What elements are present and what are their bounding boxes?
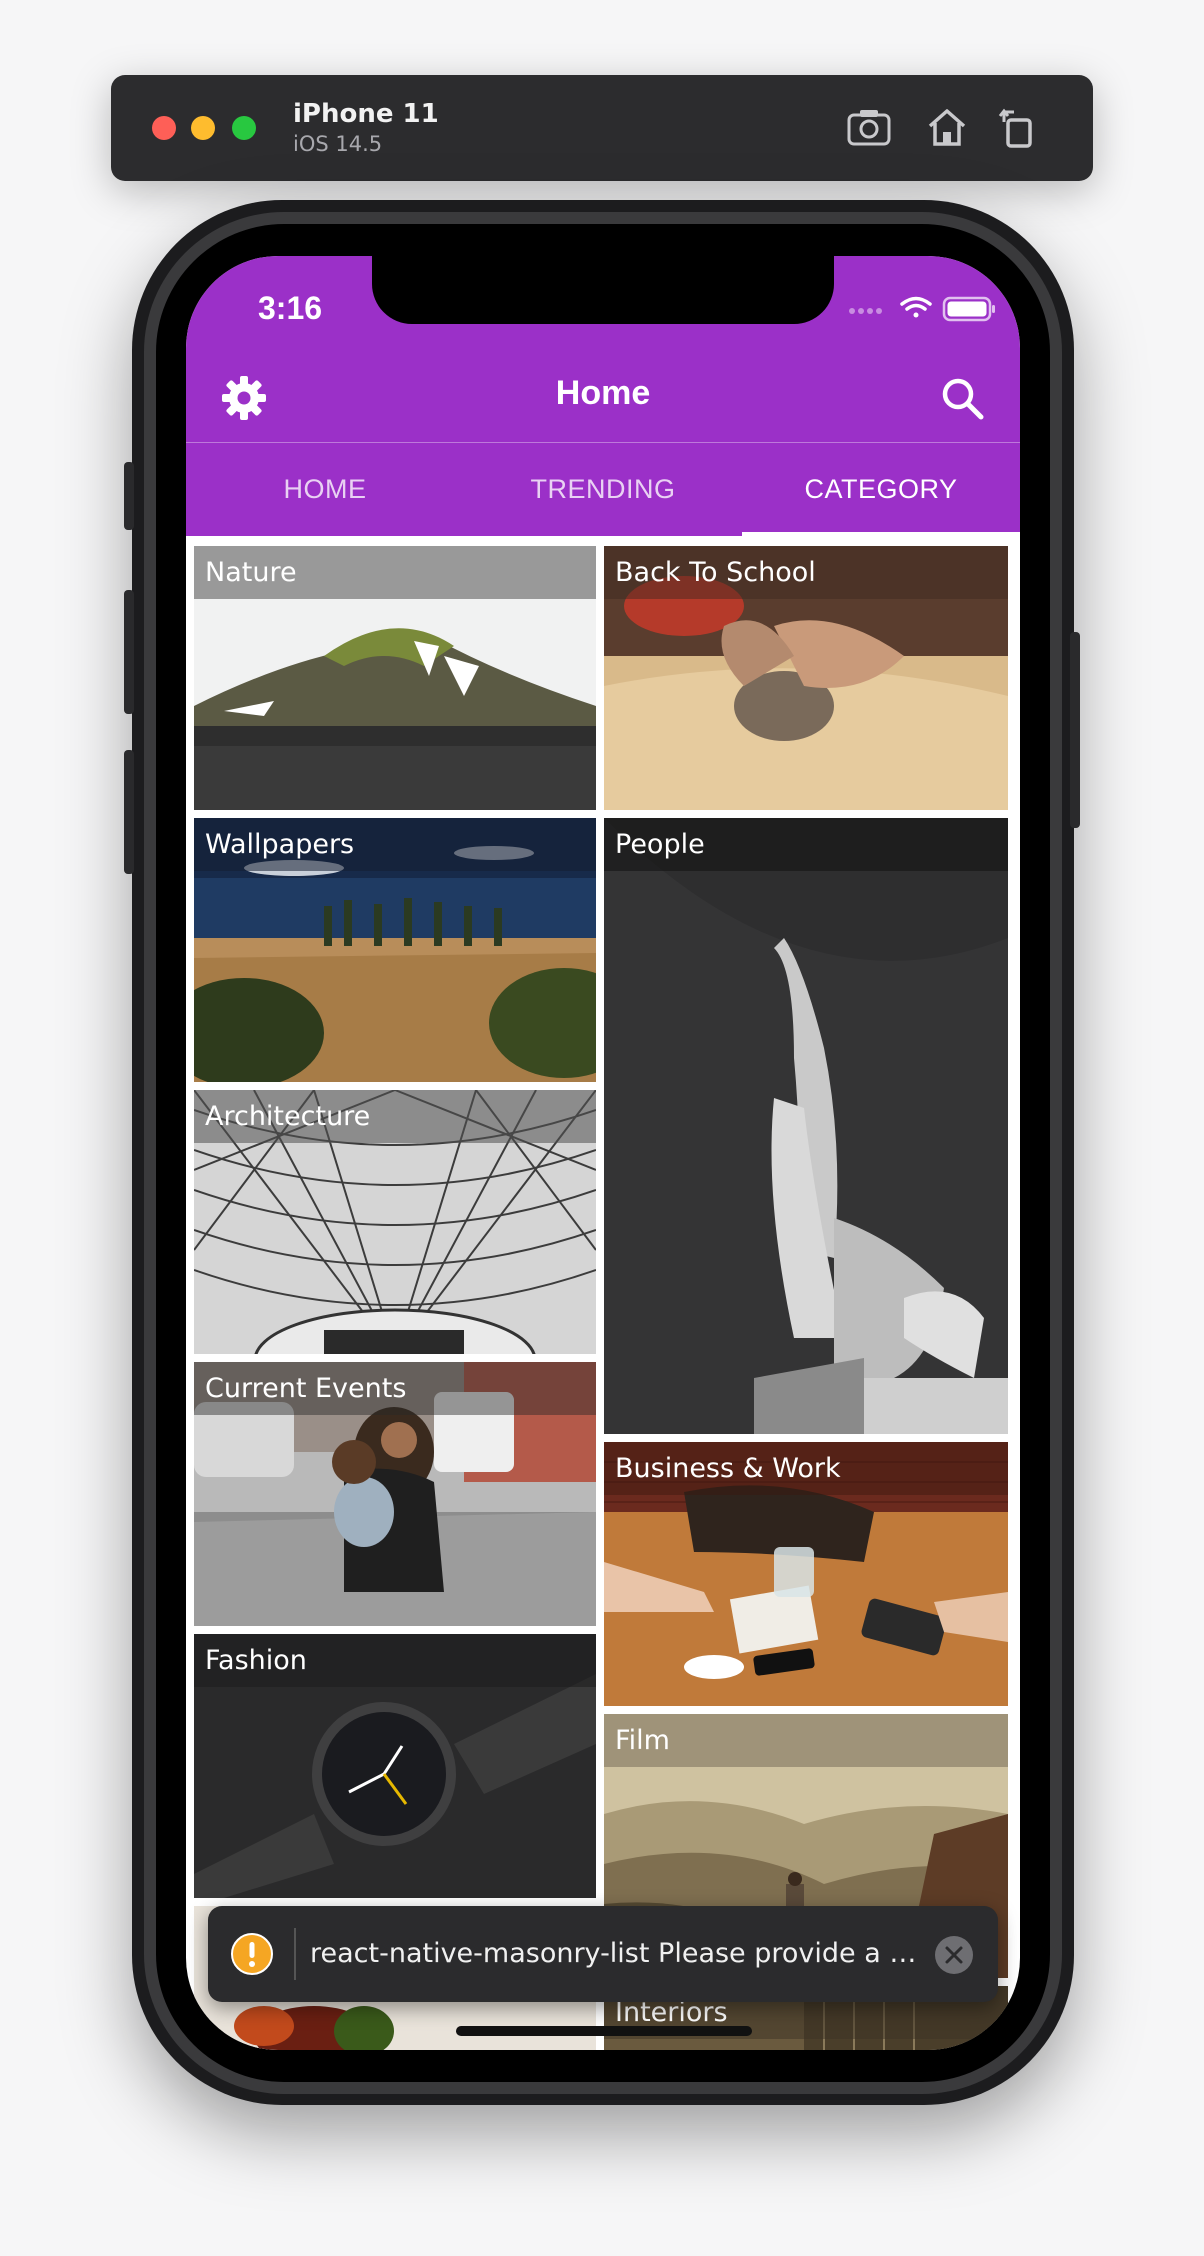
category-label: Architecture <box>205 1101 371 1132</box>
people-image <box>604 818 1008 1434</box>
category-tile-wallpapers[interactable]: Wallpapers <box>194 818 596 1082</box>
phone-screen: 3:16 Home HOME TRENDING CATEGORY Nature … <box>186 256 1020 2050</box>
simulator-os-version: iOS 14.5 <box>293 132 383 156</box>
category-label: Nature <box>205 557 297 588</box>
battery-icon <box>942 296 995 322</box>
close-icon[interactable] <box>934 1935 974 1975</box>
search-icon[interactable] <box>938 374 986 422</box>
notch <box>372 256 834 324</box>
wifi-icon <box>900 296 932 318</box>
status-icons <box>849 296 995 322</box>
home-indicator[interactable] <box>456 2026 752 2036</box>
power-button <box>1070 632 1080 828</box>
tab-trending[interactable]: TRENDING <box>464 443 742 536</box>
category-label: Back To School <box>615 557 816 588</box>
mute-switch <box>124 462 134 530</box>
category-label: Business & Work <box>615 1453 841 1484</box>
toast-message: react-native-masonry-list Please provide… <box>310 1938 920 1969</box>
category-tile-people[interactable]: People <box>604 818 1008 1434</box>
category-tile-business-work[interactable]: Business & Work <box>604 1442 1008 1706</box>
category-tile-back-to-school[interactable]: Back To School <box>604 546 1008 810</box>
category-tile-architecture[interactable]: Architecture <box>194 1090 596 1354</box>
home-icon[interactable] <box>924 106 970 148</box>
category-label: Film <box>615 1725 670 1756</box>
zoom-window-button[interactable] <box>232 116 256 140</box>
volume-up-button <box>124 590 134 714</box>
screenshot-icon[interactable] <box>846 106 892 148</box>
category-tile-current-events[interactable]: Current Events <box>194 1362 596 1626</box>
category-label: People <box>615 829 705 860</box>
category-tile-nature[interactable]: Nature <box>194 546 596 810</box>
tab-home[interactable]: HOME <box>186 443 464 536</box>
page-title: Home <box>555 374 651 412</box>
tab-category[interactable]: CATEGORY <box>742 443 1020 536</box>
minimize-window-button[interactable] <box>191 116 215 140</box>
status-time: 3:16 <box>258 290 323 326</box>
category-tile-fashion[interactable]: Fashion <box>194 1634 596 1898</box>
close-window-button[interactable] <box>152 116 176 140</box>
category-label: Fashion <box>205 1645 307 1676</box>
signal-icon <box>849 308 882 314</box>
warning-toast[interactable]: react-native-masonry-list Please provide… <box>208 1906 998 2002</box>
simulator-device-name: iPhone 11 <box>293 99 439 129</box>
warning-icon <box>231 1933 273 1975</box>
toast-separator <box>294 1928 296 1980</box>
active-tab-indicator <box>742 532 1020 537</box>
volume-down-button <box>124 750 134 874</box>
category-label: Wallpapers <box>205 829 355 860</box>
tab-bar: HOME TRENDING CATEGORY <box>186 443 1020 536</box>
rotate-icon[interactable] <box>996 106 1042 148</box>
category-label: Current Events <box>205 1373 407 1404</box>
